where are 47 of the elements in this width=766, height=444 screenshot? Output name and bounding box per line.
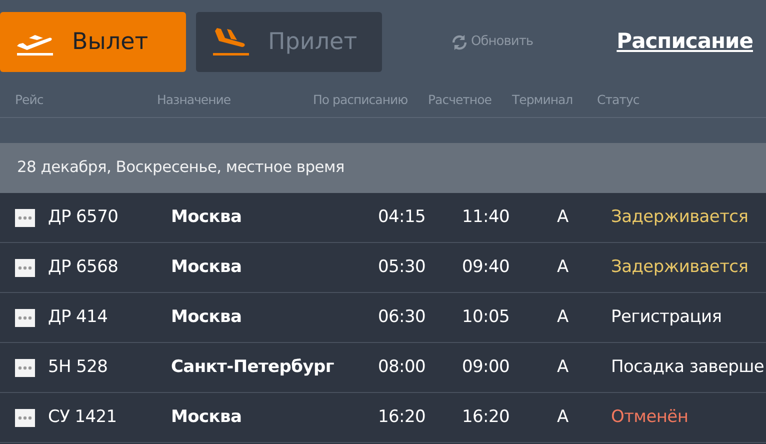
airline-logo-icon (15, 208, 35, 226)
terminal: A (557, 356, 568, 377)
column-header: По расписанию (313, 92, 408, 108)
estimated-time: 11:40 (462, 206, 510, 227)
destination: Санкт-Петербург (171, 356, 334, 377)
column-header: Назначение (157, 92, 231, 108)
flight-number: 5Н 528 (48, 356, 108, 377)
schedule-link[interactable]: Расписание (616, 26, 753, 58)
flight-status: Регистрация (611, 306, 722, 327)
plane-landing-icon (211, 26, 251, 58)
column-header: Рейс (15, 92, 44, 108)
terminal: A (557, 256, 568, 277)
airline-logo-icon (15, 308, 35, 326)
scheduled-time: 05:30 (378, 256, 426, 277)
destination: Москва (171, 306, 242, 327)
flight-number: СУ 1421 (48, 406, 117, 427)
flight-number: ДР 414 (48, 306, 108, 327)
scheduled-time: 06:30 (378, 306, 426, 327)
date-band-label: 28 декабря, Воскресенье, местное время (17, 157, 344, 178)
scheduled-time: 04:15 (378, 206, 426, 227)
terminal: A (557, 306, 568, 327)
airline-logo-icon (15, 258, 35, 276)
column-header: Терминал (512, 92, 573, 108)
column-header: Статус (597, 92, 640, 108)
flight-status: Посадка заверше (611, 356, 764, 377)
terminal: A (557, 206, 568, 227)
tab[interactable]: Прилет (196, 12, 382, 72)
estimated-time: 09:40 (462, 256, 510, 277)
destination: Москва (171, 406, 242, 427)
airline-logo-icon (15, 358, 35, 376)
terminal: A (557, 406, 568, 427)
destination: Москва (171, 256, 242, 277)
flight-status: Отменён (611, 406, 688, 427)
estimated-time: 16:20 (462, 406, 510, 427)
tab[interactable]: Вылет (0, 12, 186, 72)
estimated-time: 09:00 (462, 356, 510, 377)
scheduled-time: 08:00 (378, 356, 426, 377)
flight-number: ДР 6570 (48, 206, 118, 227)
flight-number: ДР 6568 (48, 256, 118, 277)
flight-status: Задерживается (611, 206, 748, 227)
column-header: Расчетное (428, 92, 492, 108)
flight-status: Задерживается (611, 256, 748, 277)
estimated-time: 10:05 (462, 306, 510, 327)
airline-logo-icon (15, 408, 35, 426)
destination: Москва (171, 206, 242, 227)
scheduled-time: 16:20 (378, 406, 426, 427)
refresh-icon (451, 34, 468, 50)
